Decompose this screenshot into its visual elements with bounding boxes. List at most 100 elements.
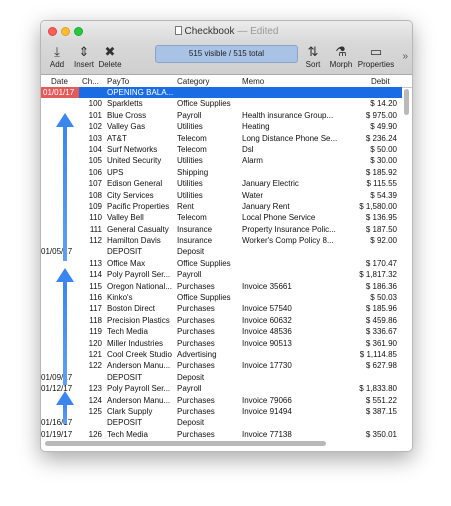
cell-memo[interactable]: January Rent <box>242 201 338 212</box>
vertical-scroll-thumb[interactable] <box>404 89 409 115</box>
cell-memo[interactable]: Invoice 48536 <box>242 326 338 337</box>
cell-date[interactable]: 01/16/17 <box>41 417 77 428</box>
table-row[interactable]: 01/09/17 DEPOSIT Deposit <box>41 372 402 383</box>
cell-debit[interactable]: $ 185.96 <box>341 303 397 314</box>
cell-debit[interactable]: $ 136.95 <box>341 212 397 223</box>
vertical-scrollbar[interactable] <box>404 87 410 437</box>
cell-payto[interactable]: Poly Payroll Ser... <box>107 383 176 394</box>
cell-payto[interactable]: Tech Media <box>107 326 176 337</box>
cell-debit[interactable]: $ 1,817.32 <box>341 269 397 280</box>
table-row[interactable]: 105 United Security Utilities Alarm $ 30.00 <box>41 155 402 166</box>
add-button[interactable]: ⤓ Add <box>47 43 67 69</box>
cell-debit[interactable]: $ 1,114.85 <box>341 349 397 360</box>
cell-debit[interactable]: $ 50.00 <box>341 144 397 155</box>
table-row[interactable]: 108 City Services Utilities Water $ 54.39 <box>41 190 402 201</box>
cell-payto[interactable]: Miller Industries <box>107 338 176 349</box>
table-row[interactable]: 01/19/17 126 Tech Media Purchases Invoice 77… <box>41 429 402 439</box>
cell-debit[interactable]: $ 14.20 <box>341 98 397 109</box>
cell-memo[interactable]: Dsl <box>242 144 338 155</box>
cell-category[interactable]: Utilities <box>177 121 241 132</box>
cell-payto[interactable]: Boston Direct <box>107 303 176 314</box>
table-row[interactable]: 109 Pacific Properties Rent January Rent $ 1… <box>41 201 402 212</box>
cell-payto[interactable]: Surf Networks <box>107 144 176 155</box>
cell-category[interactable]: Purchases <box>177 303 241 314</box>
cell-payto[interactable]: AT&T <box>107 133 176 144</box>
cell-category[interactable]: Rent <box>177 201 241 212</box>
cell-check-number[interactable]: 112 <box>81 235 102 246</box>
cell-debit[interactable]: $ 92.00 <box>341 235 397 246</box>
horizontal-scroll-thumb[interactable] <box>45 441 326 446</box>
cell-debit[interactable]: $ 350.01 <box>341 429 397 439</box>
column-header-payto[interactable]: PayTo <box>107 77 129 86</box>
cell-payto[interactable]: Sparkletts <box>107 98 176 109</box>
cell-payto[interactable]: Clark Supply <box>107 406 176 417</box>
cell-debit[interactable]: $ 50.03 <box>341 292 397 303</box>
cell-check-number[interactable]: 126 <box>81 429 102 439</box>
checkbook-table-body[interactable]: 01/01/17 OPENING BALA... 100 Sparkletts Offi… <box>41 87 402 439</box>
cell-memo[interactable]: Water <box>242 190 338 201</box>
cell-category[interactable]: Purchases <box>177 395 241 406</box>
toolbar-overflow-button[interactable]: » <box>402 51 408 62</box>
cell-category[interactable]: Purchases <box>177 338 241 349</box>
sort-button[interactable]: ⇅ Sort <box>304 43 322 69</box>
cell-category[interactable]: Office Supplies <box>177 98 241 109</box>
cell-payto[interactable]: Oregon National... <box>107 281 176 292</box>
cell-payto[interactable]: Poly Payroll Ser... <box>107 269 176 280</box>
cell-check-number[interactable]: 109 <box>81 201 102 212</box>
cell-category[interactable]: Telecom <box>177 212 241 223</box>
cell-check-number[interactable]: 108 <box>81 190 102 201</box>
cell-category[interactable]: Purchases <box>177 326 241 337</box>
cell-check-number[interactable]: 119 <box>81 326 102 337</box>
table-row[interactable]: 115 Oregon National... Purchases Invoice 35… <box>41 281 402 292</box>
delete-button[interactable]: ✖ Delete <box>98 43 122 69</box>
table-row[interactable]: 110 Valley Bell Telecom Local Phone Service… <box>41 212 402 223</box>
cell-memo[interactable]: Worker's Comp Policy 8... <box>242 235 338 246</box>
table-row[interactable]: 101 Blue Cross Payroll Health insurance Gro… <box>41 110 402 121</box>
cell-category[interactable]: Purchases <box>177 360 241 371</box>
insert-button[interactable]: ⇕ Insert <box>72 43 96 69</box>
cell-category[interactable]: Utilities <box>177 178 241 189</box>
cell-memo[interactable]: Invoice 90513 <box>242 338 338 349</box>
cell-debit[interactable]: $ 54.39 <box>341 190 397 201</box>
cell-payto[interactable]: Cool Creek Studio <box>107 349 176 360</box>
table-row[interactable]: 111 General Casualty Insurance Property Ins… <box>41 224 402 235</box>
cell-check-number[interactable]: 118 <box>81 315 102 326</box>
cell-category[interactable]: Payroll <box>177 383 241 394</box>
table-row[interactable]: 01/16/17 DEPOSIT Deposit <box>41 417 402 428</box>
cell-category[interactable]: Deposit <box>177 246 241 257</box>
cell-date[interactable]: 01/05/17 <box>41 246 77 257</box>
column-header-debit[interactable]: Debit <box>371 77 390 86</box>
cell-debit[interactable]: $ 387.15 <box>341 406 397 417</box>
table-row[interactable]: 124 Anderson Manu... Purchases Invoice 7906… <box>41 395 402 406</box>
cell-category[interactable]: Payroll <box>177 110 241 121</box>
table-row[interactable]: 107 Edison General Utilities January Electr… <box>41 178 402 189</box>
cell-category[interactable]: Utilities <box>177 190 241 201</box>
cell-payto[interactable]: OPENING BALA... <box>107 87 176 98</box>
cell-debit[interactable]: $ 1,580.00 <box>341 201 397 212</box>
cell-debit[interactable]: $ 627.98 <box>341 360 397 371</box>
cell-check-number[interactable]: 103 <box>81 133 102 144</box>
cell-debit[interactable]: $ 236.24 <box>341 133 397 144</box>
table-row[interactable]: 125 Clark Supply Purchases Invoice 91494 $ 3… <box>41 406 402 417</box>
cell-category[interactable]: Payroll <box>177 269 241 280</box>
cell-memo[interactable]: Health insurance Group... <box>242 110 338 121</box>
table-row[interactable]: 103 AT&T Telecom Long Distance Phone Se... $… <box>41 133 402 144</box>
cell-date[interactable]: 01/19/17 <box>41 429 77 439</box>
cell-payto[interactable]: Anderson Manu... <box>107 395 176 406</box>
cell-check-number[interactable]: 107 <box>81 178 102 189</box>
cell-memo[interactable]: Local Phone Service <box>242 212 338 223</box>
cell-check-number[interactable]: 114 <box>81 269 102 280</box>
cell-check-number[interactable]: 106 <box>81 167 102 178</box>
cell-payto[interactable]: United Security <box>107 155 176 166</box>
cell-payto[interactable]: Pacific Properties <box>107 201 176 212</box>
cell-debit[interactable]: $ 49.90 <box>341 121 397 132</box>
cell-category[interactable]: Insurance <box>177 224 241 235</box>
cell-memo[interactable]: Invoice 91494 <box>242 406 338 417</box>
table-row[interactable]: 120 Miller Industries Purchases Invoice 905… <box>41 338 402 349</box>
cell-category[interactable]: Office Supplies <box>177 292 241 303</box>
cell-debit[interactable]: $ 115.55 <box>341 178 397 189</box>
cell-debit[interactable]: $ 30.00 <box>341 155 397 166</box>
cell-payto[interactable]: Hamilton Davis <box>107 235 176 246</box>
cell-check-number[interactable]: 104 <box>81 144 102 155</box>
cell-payto[interactable]: General Casualty <box>107 224 176 235</box>
